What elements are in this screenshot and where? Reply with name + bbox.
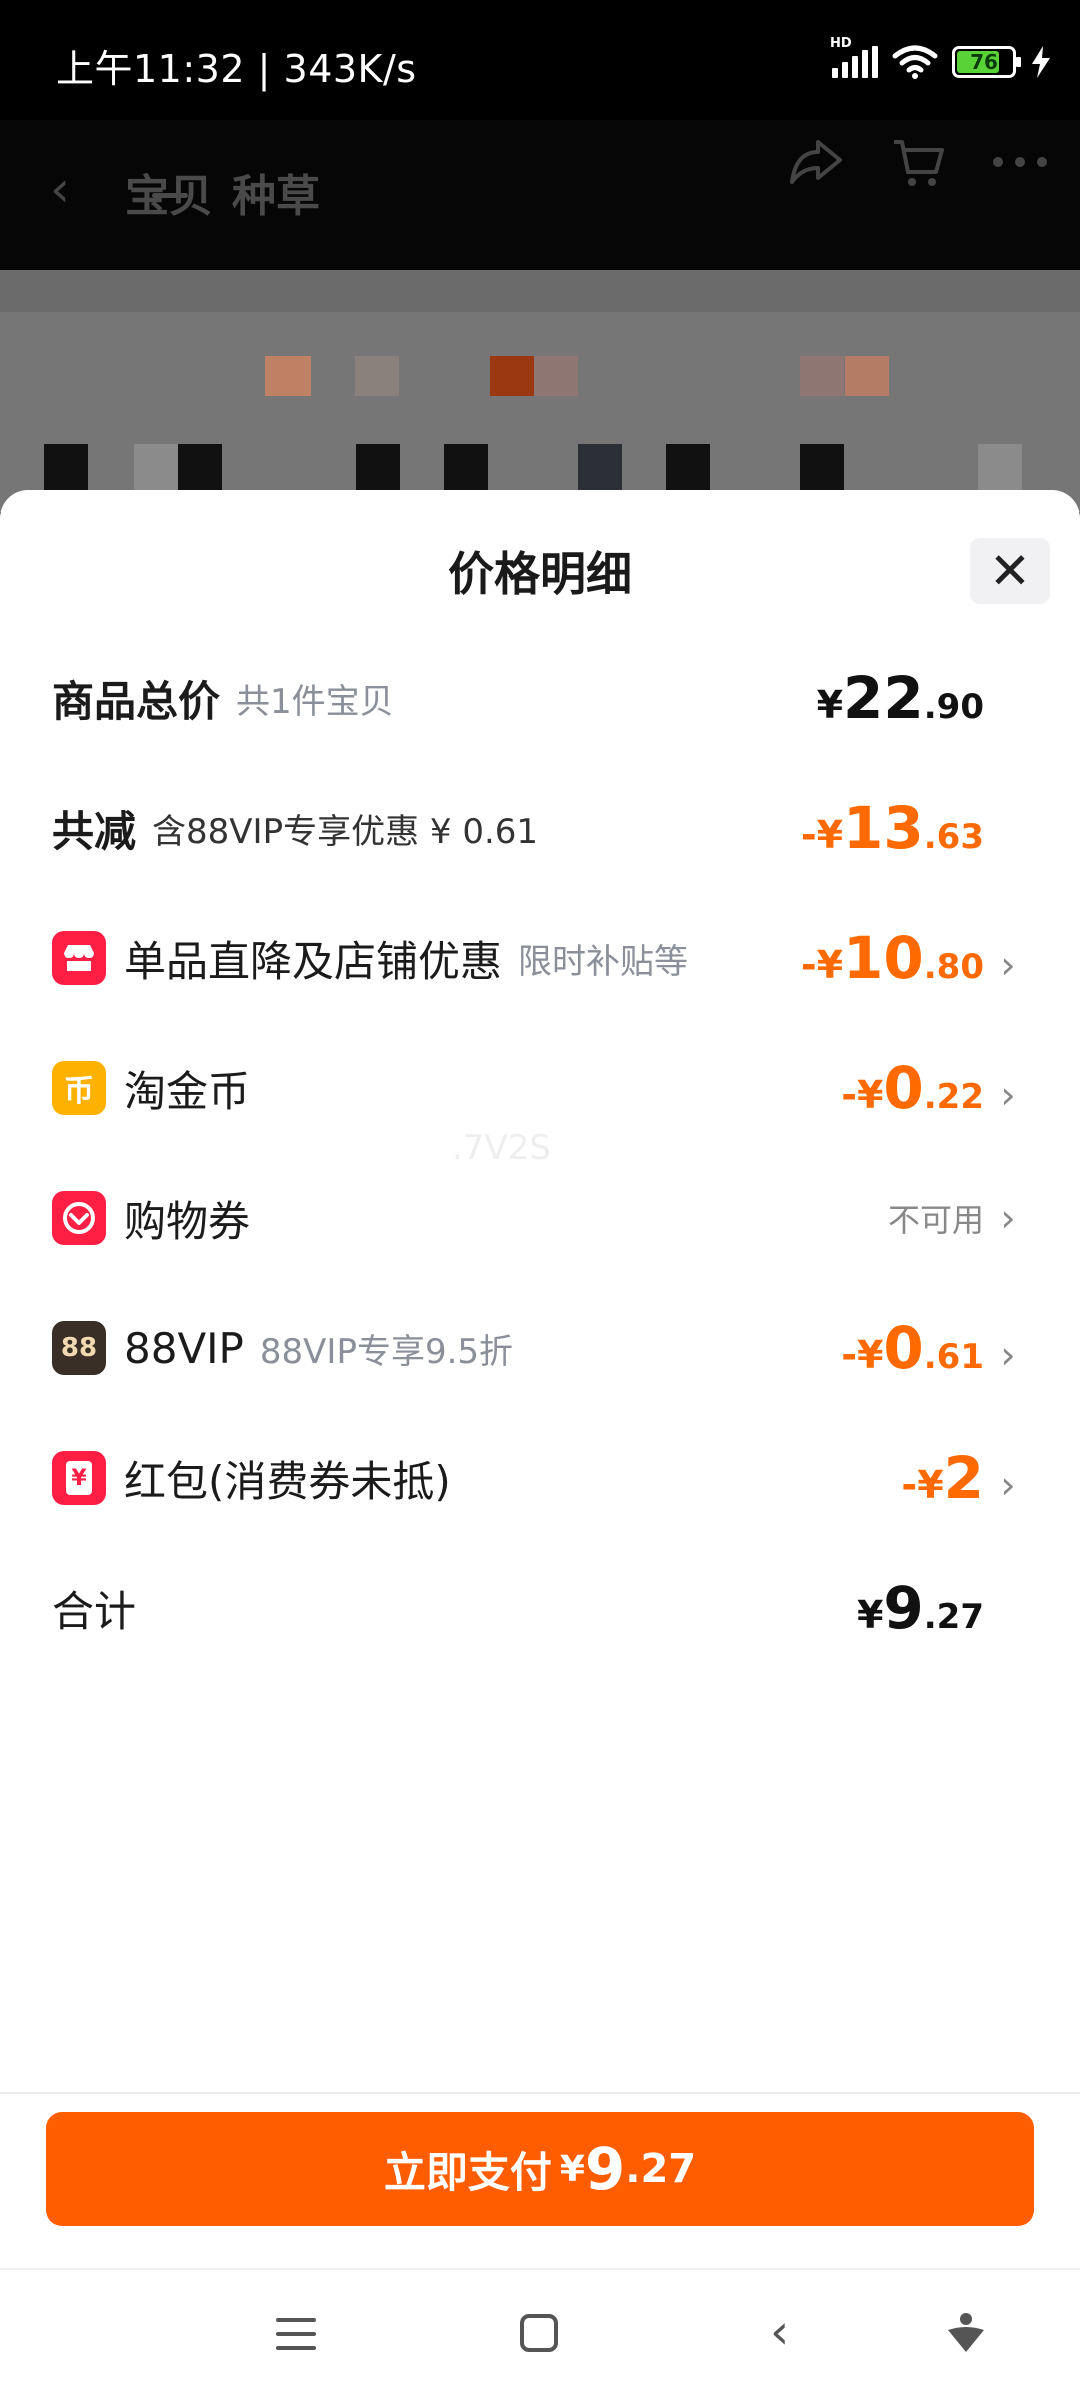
background-product-card xyxy=(0,312,1080,512)
coins-label: 淘金币 xyxy=(124,1066,251,1116)
pay-currency: ¥ xyxy=(559,2148,585,2190)
currency-symbol: ¥ xyxy=(856,1593,884,1637)
network-speed: 343K/s xyxy=(283,47,417,91)
watermark: .7V2S xyxy=(452,1128,551,1168)
red-packet-amount: -¥2 › xyxy=(901,1444,1018,1512)
status-bar: 上午11:32 | 343K/s HD 76 xyxy=(0,0,1080,120)
vip-88-icon: 88 xyxy=(52,1321,106,1375)
discount-label: 共减 xyxy=(52,806,137,856)
shop-discount-label: 单品直降及店铺优惠 xyxy=(124,936,503,986)
price-int: 2 xyxy=(943,1444,984,1512)
shop-discount-note: 限时补贴等 xyxy=(518,941,689,982)
signal-icon: HD xyxy=(830,36,878,78)
currency-symbol: -¥ xyxy=(800,943,844,987)
close-button[interactable]: ✕ xyxy=(970,538,1050,604)
row-grand-total: 合计 ¥9.27 xyxy=(52,1568,1018,1648)
currency-symbol: ¥ xyxy=(816,683,844,727)
price-int: 22 xyxy=(843,664,924,732)
clock: 上午11:32 xyxy=(56,47,246,91)
home-icon[interactable] xyxy=(520,2314,558,2352)
chevron-right-icon: › xyxy=(1000,1333,1016,1377)
background-nav: ‹ 宝贝 种草 xyxy=(0,120,1080,270)
divider xyxy=(0,2092,1080,2094)
total-goods-count: 共1件宝贝 xyxy=(236,681,394,722)
status-icons: HD 76 xyxy=(830,36,1052,84)
price-dec: .63 xyxy=(923,817,984,857)
charging-icon xyxy=(1032,46,1050,78)
vip-label: 88VIP xyxy=(124,1323,244,1373)
total-goods-price: ¥22.90 xyxy=(817,664,1018,732)
price-int: 0 xyxy=(883,1314,924,1382)
back-nav-icon[interactable]: ‹ xyxy=(770,2304,789,2360)
back-icon: ‹ xyxy=(50,160,70,218)
shop-discount-amount: -¥10.80 › xyxy=(801,924,1018,992)
price-dec: .61 xyxy=(923,1337,984,1377)
price-dec: .27 xyxy=(923,1597,984,1637)
coin-icon: 币 xyxy=(52,1061,106,1115)
vip-amount: -¥0.61 › xyxy=(841,1314,1018,1382)
price-dec: .22 xyxy=(923,1077,984,1117)
red-packet-icon: ¥ xyxy=(52,1451,106,1505)
discount-note: 含88VIP专享优惠 ¥ 0.61 xyxy=(152,811,539,852)
row-coins[interactable]: 币 淘金币 -¥0.22 › xyxy=(52,1048,1018,1128)
shop-icon xyxy=(52,931,106,985)
chevron-right-icon: › xyxy=(1000,943,1016,987)
wifi-icon xyxy=(892,45,938,79)
status-time: 上午11:32 | 343K/s xyxy=(56,38,417,93)
more-icon xyxy=(993,157,1047,167)
status-separator: | xyxy=(257,47,271,91)
chevron-right-icon: › xyxy=(1000,1073,1016,1117)
price-int: 10 xyxy=(843,924,924,992)
coins-amount: -¥0.22 › xyxy=(841,1054,1018,1122)
coupon-unavailable: 不可用 xyxy=(887,1201,984,1239)
vip-note: 88VIP专享9.5折 xyxy=(259,1331,514,1372)
cart-icon xyxy=(894,140,944,186)
sheet-title: 价格明细 xyxy=(448,547,632,601)
row-88vip[interactable]: 88 88VIP 88VIP专享9.5折 -¥0.61 › xyxy=(52,1308,1018,1388)
coupon-icon xyxy=(52,1191,106,1245)
row-red-packet[interactable]: ¥ 红包(消费券未抵) -¥2 › xyxy=(52,1438,1018,1518)
system-nav-bar: ‹ xyxy=(0,2270,1080,2398)
battery-icon: 76 xyxy=(952,46,1021,78)
grand-total-price: ¥9.27 xyxy=(857,1574,1018,1642)
tab-baobei: 宝贝 xyxy=(125,171,213,222)
pay-now-button[interactable]: 立即支付 ¥ 9 .27 xyxy=(46,2112,1034,2226)
assistant-icon[interactable] xyxy=(946,2310,986,2354)
hd-label: HD xyxy=(830,36,852,51)
currency-symbol: -¥ xyxy=(841,1073,884,1117)
pay-now-label: 立即支付 xyxy=(383,2147,552,2197)
pay-int: 9 xyxy=(584,2135,626,2203)
tab-underline xyxy=(152,193,188,198)
price-int: 0 xyxy=(883,1054,924,1122)
currency-symbol: -¥ xyxy=(901,1463,944,1507)
price-int: 13 xyxy=(843,794,924,862)
row-discount-total: 共减 含88VIP专享优惠 ¥ 0.61 -¥13.63 xyxy=(52,788,1018,868)
row-shop-discount[interactable]: 单品直降及店铺优惠 限时补贴等 -¥10.80 › xyxy=(52,918,1018,998)
coupon-label: 购物券 xyxy=(124,1196,251,1246)
chevron-right-icon: › xyxy=(1000,1196,1016,1240)
tab-zhongcao: 种草 xyxy=(232,171,320,222)
currency-symbol: -¥ xyxy=(800,813,844,857)
chevron-right-icon: › xyxy=(1000,1463,1016,1507)
pay-dec: .27 xyxy=(625,2146,697,2192)
row-coupon[interactable]: 购物券 不可用 › xyxy=(52,1178,1018,1258)
price-int: 9 xyxy=(883,1574,924,1642)
coupon-status: 不可用 › xyxy=(888,1195,1018,1241)
price-dec: .80 xyxy=(923,947,984,987)
row-total-goods: 商品总价 共1件宝贝 ¥22.90 xyxy=(52,658,1018,738)
battery-level: 76 xyxy=(970,50,998,74)
grand-total-label: 合计 xyxy=(52,1586,137,1636)
currency-symbol: -¥ xyxy=(841,1333,884,1377)
menu-icon[interactable] xyxy=(276,2318,316,2350)
price-dec: .90 xyxy=(923,687,984,727)
red-packet-label: 红包(消费券未抵) xyxy=(124,1456,451,1506)
close-icon: ✕ xyxy=(989,542,1031,600)
red-packet-glyph: ¥ xyxy=(66,1461,92,1495)
discount-amount: -¥13.63 xyxy=(801,794,1018,862)
total-goods-label: 商品总价 xyxy=(52,676,221,726)
share-icon xyxy=(790,140,842,184)
